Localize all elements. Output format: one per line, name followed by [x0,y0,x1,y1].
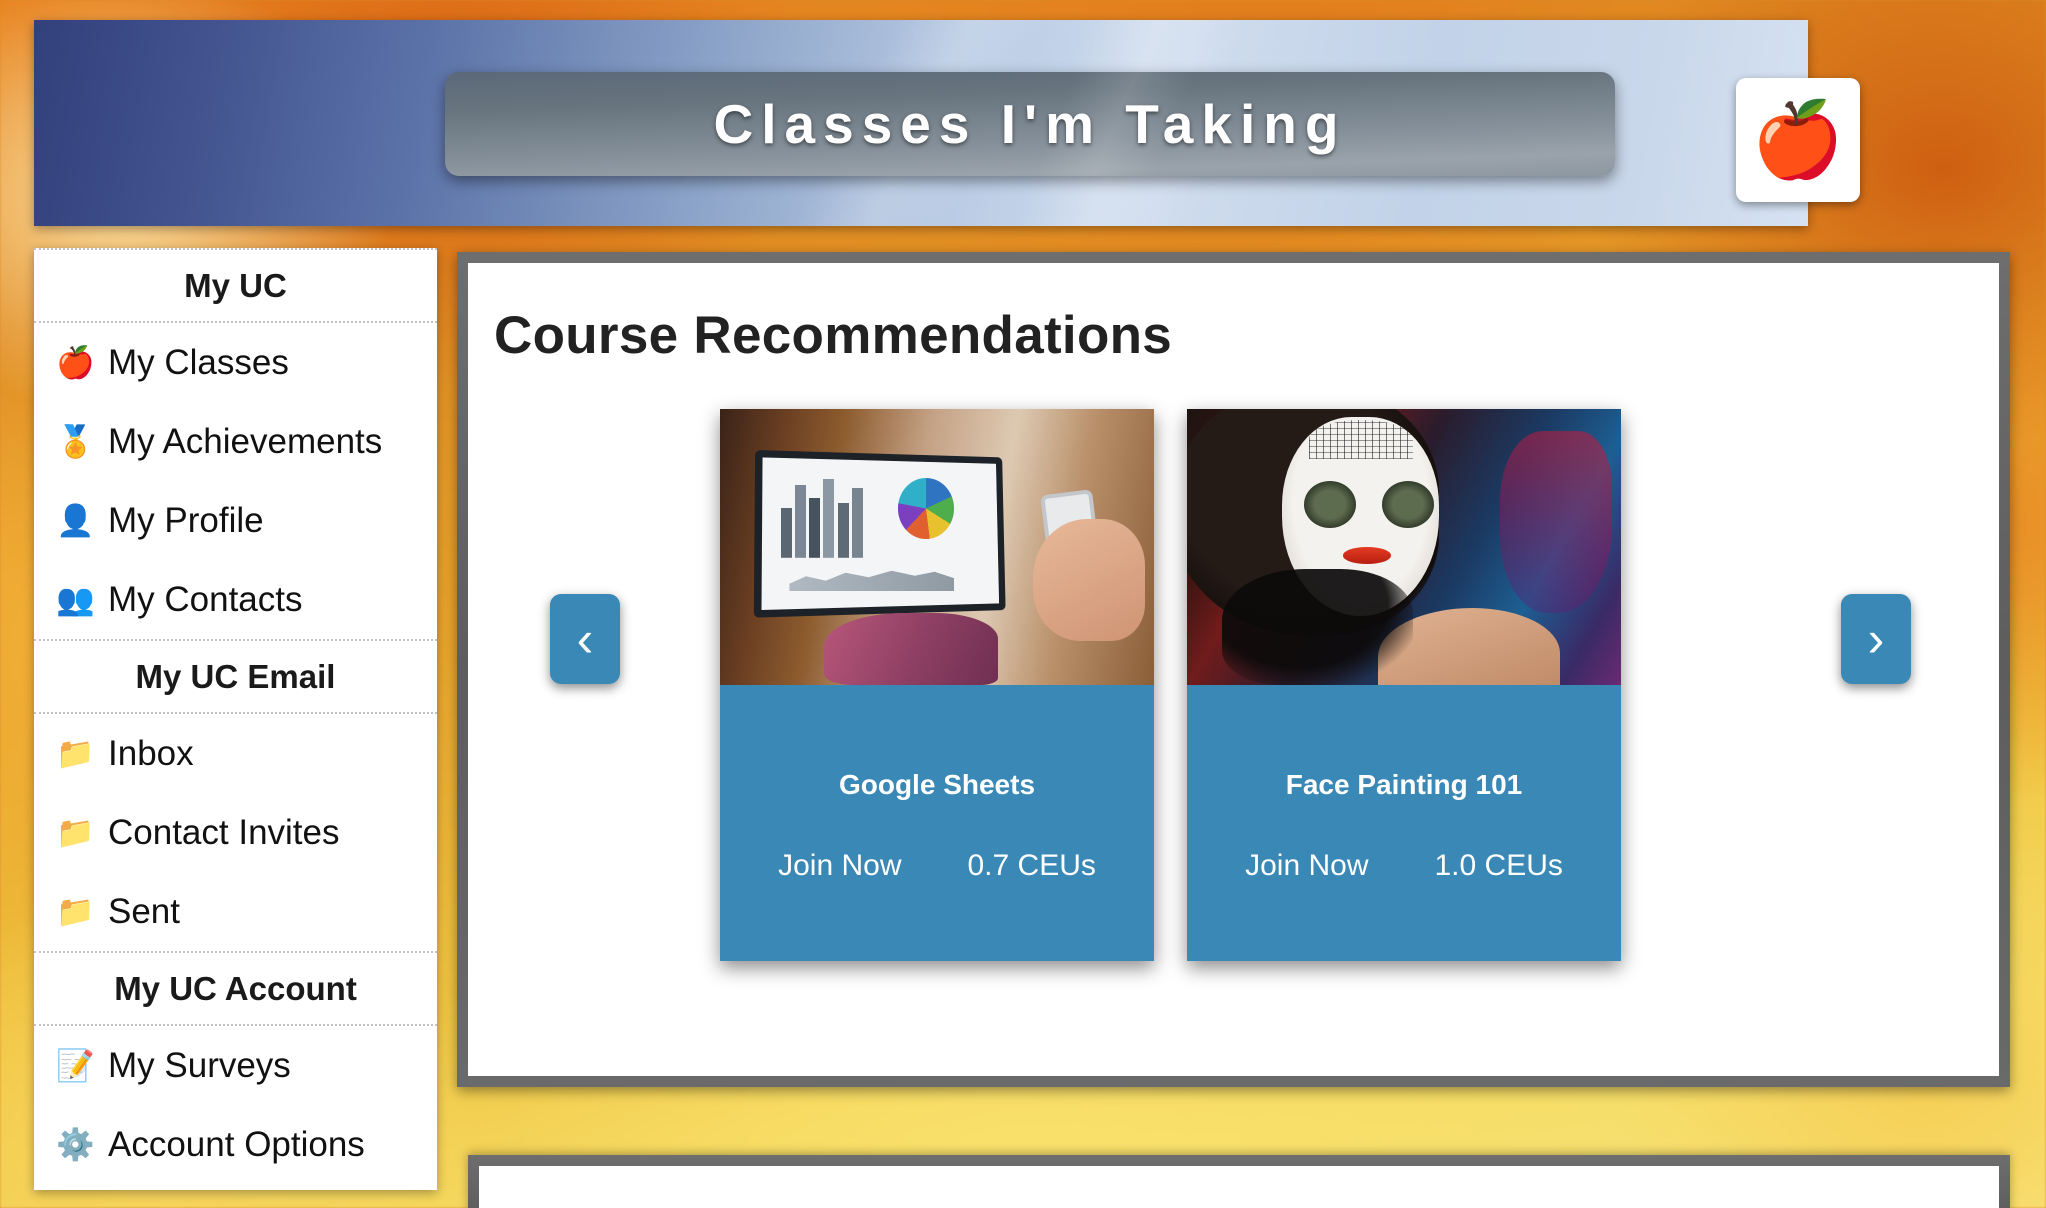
gear-icon: ⚙️ [56,1127,95,1162]
chevron-left-icon: ‹ [576,611,594,667]
folder-icon: 📁 [56,894,95,929]
sidebar-item-contact-invites[interactable]: 📁 Contact Invites [34,793,437,872]
page-title-pill: Classes I'm Taking [445,72,1615,176]
secondary-panel-content [479,1166,1999,1208]
panel-content: Course Recommendations ‹ Google Sheets J… [468,263,1999,1076]
sidebar-item-account-options[interactable]: ⚙️ Account Options [34,1105,437,1184]
folder-icon: 📁 [56,815,95,850]
course-image-face-painting [1187,409,1621,685]
sidebar-item-my-achievements[interactable]: 🏅 My Achievements [34,402,437,481]
join-now-button[interactable]: Join Now [1245,849,1368,883]
sidebar-item-label: Account Options [108,1125,365,1164]
sidebar-navigation: My UC 🍎 My Classes 🏅 My Achievements 👤 M… [34,248,437,1190]
course-ceus: 0.7 CEUs [967,849,1096,882]
laptop-spreadsheet-photo [720,409,1154,685]
apple-icon: 🍎 [56,345,95,380]
course-image-google-sheets [720,409,1154,685]
sidebar-item-label: Inbox [108,734,194,773]
sidebar-item-label: Sent [108,892,180,931]
page-title: Classes I'm Taking [713,93,1347,155]
page-header: Classes I'm Taking 🍎 [34,20,1860,226]
pencil-icon: 📝 [56,1048,95,1083]
sidebar-item-my-contacts[interactable]: 👥 My Contacts [34,560,437,639]
section-title: Course Recommendations [494,306,1173,365]
medal-icon: 🏅 [56,424,95,459]
course-title: Google Sheets [838,769,1036,800]
person-icon: 👤 [56,503,95,538]
sidebar-heading-my-uc-email: My UC Email [34,639,437,714]
sidebar-item-label: My Contacts [108,580,303,619]
folder-icon: 📁 [56,736,95,771]
course-recommendations-panel: Course Recommendations ‹ Google Sheets J… [457,252,2010,1087]
course-card-body: Face Painting 101 Join Now 1.0 CEUs [1187,685,1621,961]
sidebar-item-sent[interactable]: 📁 Sent [34,872,437,951]
course-card[interactable]: Face Painting 101 Join Now 1.0 CEUs [1187,409,1621,961]
sidebar-item-my-surveys[interactable]: 📝 My Surveys [34,1026,437,1105]
sidebar-item-label: My Profile [108,501,264,540]
sugar-skull-face-paint-photo [1187,409,1621,685]
sidebar-item-my-profile[interactable]: 👤 My Profile [34,481,437,560]
course-ceus: 1.0 CEUs [1434,849,1563,882]
course-card-actions: Join Now 1.0 CEUs [1187,849,1621,883]
red-apple-logo-icon: 🍎 [1751,98,1845,181]
course-card-list: Google Sheets Join Now 0.7 CEUs Face Pai… [720,409,1621,961]
sidebar-heading-my-uc-account: My UC Account [34,951,437,1026]
carousel-prev-button[interactable]: ‹ [550,594,620,684]
sidebar-item-inbox[interactable]: 📁 Inbox [34,714,437,793]
course-title: Face Painting 101 [1285,769,1523,800]
course-card-actions: Join Now 0.7 CEUs [720,849,1154,883]
course-carousel: ‹ Google Sheets Join Now 0.7 CEUs Face P… [468,409,1999,1037]
secondary-panel [468,1155,2010,1208]
sidebar-item-label: My Surveys [108,1046,291,1085]
sidebar-item-label: My Achievements [108,422,383,461]
course-card-body: Google Sheets Join Now 0.7 CEUs [720,685,1154,961]
carousel-next-button[interactable]: › [1841,594,1911,684]
sidebar-item-my-classes[interactable]: 🍎 My Classes [34,323,437,402]
sidebar-heading-my-uc: My UC [34,248,437,323]
sidebar-item-label: Contact Invites [108,813,340,852]
course-card[interactable]: Google Sheets Join Now 0.7 CEUs [720,409,1154,961]
chevron-right-icon: › [1867,611,1885,667]
site-logo[interactable]: 🍎 [1736,78,1860,202]
join-now-button[interactable]: Join Now [778,849,901,883]
contacts-icon: 👥 [56,582,95,617]
sidebar-item-label: My Classes [108,343,289,382]
